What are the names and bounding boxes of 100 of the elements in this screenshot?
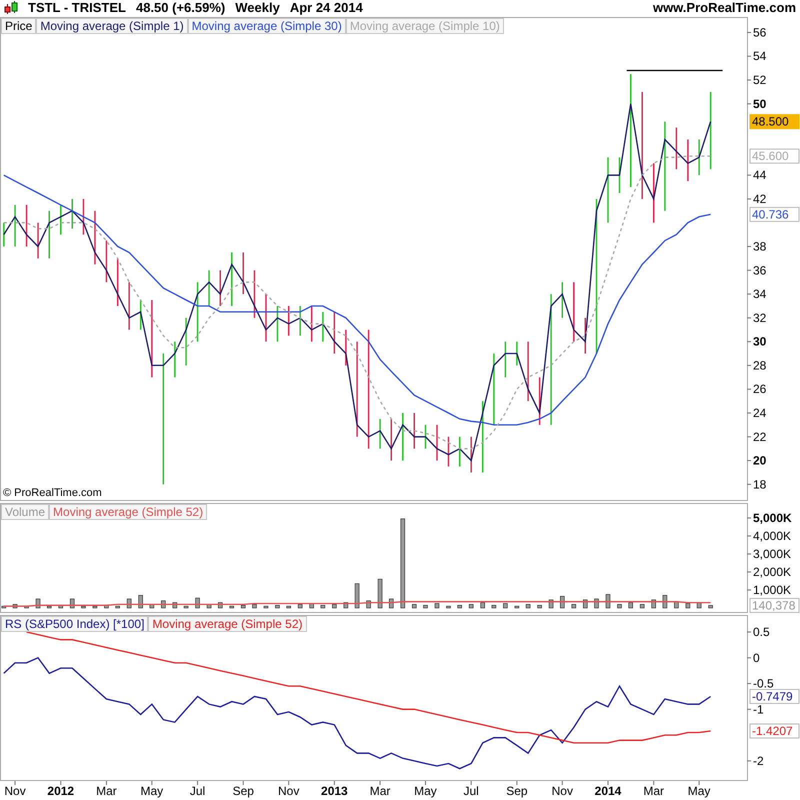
volume-bar: [503, 603, 508, 608]
volume-bar: [423, 604, 428, 608]
legend-label: Moving average (Simple 52): [148, 616, 306, 632]
x-axis-tick: Jul: [464, 780, 479, 798]
legend-label: Moving average (Simple 30): [188, 18, 346, 34]
value-tag: -1.4207: [750, 724, 800, 738]
volume-bar: [378, 578, 382, 608]
volume-bar: [446, 606, 451, 608]
volume-bar: [640, 604, 644, 608]
y-axis-tick: 5,000K: [746, 510, 792, 525]
x-axis-tick: Nov: [4, 780, 26, 798]
y-tick-label: 18: [753, 477, 767, 492]
price-change: 48.50 (+6.59%): [136, 0, 226, 15]
x-axis-tick: May: [414, 780, 437, 798]
volume-bar: [628, 602, 633, 608]
candlestick-icon: [4, 0, 18, 14]
x-axis-tick: Mar: [643, 780, 664, 798]
volume-bar: [560, 596, 565, 608]
y-tick-label: 38: [753, 240, 767, 254]
x-tick-label: Nov: [278, 784, 300, 798]
volume-bar: [320, 604, 326, 608]
legend-label: Moving average (Simple 1): [36, 18, 188, 34]
volume-bar: [674, 601, 679, 608]
volume-bar: [24, 606, 29, 608]
x-axis-tick: Mar: [96, 780, 117, 798]
volume-bar: [126, 598, 132, 608]
volume-bar: [12, 604, 18, 608]
y-axis-tick: 2,000K: [746, 564, 792, 579]
volume-bar: [70, 598, 75, 608]
volume-bar: [708, 605, 713, 608]
y-tick-label: 32: [753, 310, 767, 325]
x-axis-tick: Nov: [552, 780, 573, 798]
volume-bar: [548, 600, 554, 608]
x-axis-tick: 2012: [47, 780, 74, 798]
x-tick-label: 2012: [47, 784, 74, 798]
volume-bar: [354, 583, 360, 608]
volume-bar: [366, 600, 371, 608]
volume-bar: [81, 606, 86, 608]
y-axis-tick: 4,000K: [746, 528, 792, 543]
volume-bar: [651, 600, 656, 608]
x-tick-label: 2013: [321, 784, 348, 798]
y-tick-label: 30: [753, 334, 767, 349]
y-axis-tick: -2: [746, 754, 764, 768]
y-tick-label: 54: [753, 49, 767, 64]
volume-bar: [606, 594, 610, 608]
volume-bar: [172, 602, 178, 608]
x-axis-tick: Sep: [506, 780, 528, 798]
interval-label: Weekly: [235, 0, 280, 15]
volume-bar: [58, 604, 64, 608]
y-tick-label: 56: [753, 25, 767, 40]
volume-bar: [252, 604, 257, 608]
y-tick-label: 0: [753, 650, 760, 665]
x-tick-label: May: [688, 784, 710, 798]
x-tick-label: Mar: [643, 784, 664, 798]
volume-bar: [184, 606, 188, 608]
volume-bar: [686, 603, 690, 608]
value-tag: -0.7479: [750, 688, 800, 704]
date-label: Apr 24 2014: [290, 0, 363, 15]
y-axis-tick: 56: [746, 25, 766, 40]
volume-bar: [206, 604, 212, 608]
y-tick-label: 42: [753, 192, 767, 206]
volume-bar: [332, 604, 337, 608]
y-axis-tick: -0.5: [746, 676, 774, 691]
volume-bar: [240, 604, 246, 608]
volume-bar: [696, 602, 702, 608]
x-axis-tick: May: [688, 780, 710, 798]
volume-bar: [457, 604, 462, 608]
y-axis-tick: 52: [746, 73, 766, 88]
y-axis-tick: 0: [746, 650, 760, 665]
x-tick-label: Mar: [370, 784, 390, 798]
volume-bar: [412, 604, 417, 608]
x-axis-tick: Mar: [370, 780, 390, 798]
volume-bar: [388, 598, 394, 608]
y-tick-label: 36: [753, 263, 767, 278]
copyright-text: © ProRealTime.com: [3, 487, 102, 499]
y-axis-tick: 34: [746, 287, 766, 302]
x-tick-label: Mar: [96, 784, 117, 798]
site-url: www.ProRealTime.com: [652, 0, 796, 15]
value-tag: 48.500: [750, 114, 800, 130]
volume-bar: [617, 604, 622, 608]
x-axis-tick: Nov: [278, 780, 300, 798]
y-axis-tick: -1: [746, 702, 764, 716]
volume-bar: [2, 606, 6, 608]
legend-label: Price: [1, 18, 36, 34]
volume-bar: [594, 598, 599, 608]
x-axis-tick: 2014: [594, 780, 622, 798]
volume-bar: [104, 604, 109, 608]
volume-bar: [275, 604, 280, 608]
legend-label: Moving average (Simple 10): [346, 18, 504, 34]
legend-label: Moving average (Simple 52): [49, 504, 208, 520]
y-axis-tick: 20: [746, 454, 766, 468]
x-tick-label: Jul: [190, 784, 206, 798]
volume-bar: [286, 606, 291, 608]
y-tick-label: -2: [753, 754, 764, 768]
volume-bar: [526, 604, 530, 608]
y-axis-tick: 36: [746, 263, 766, 278]
volume-bar: [434, 603, 440, 608]
y-tick-label: -0.5: [753, 676, 774, 691]
y-tick-label: -1: [753, 702, 764, 716]
y-tick-label: 26: [753, 382, 767, 396]
